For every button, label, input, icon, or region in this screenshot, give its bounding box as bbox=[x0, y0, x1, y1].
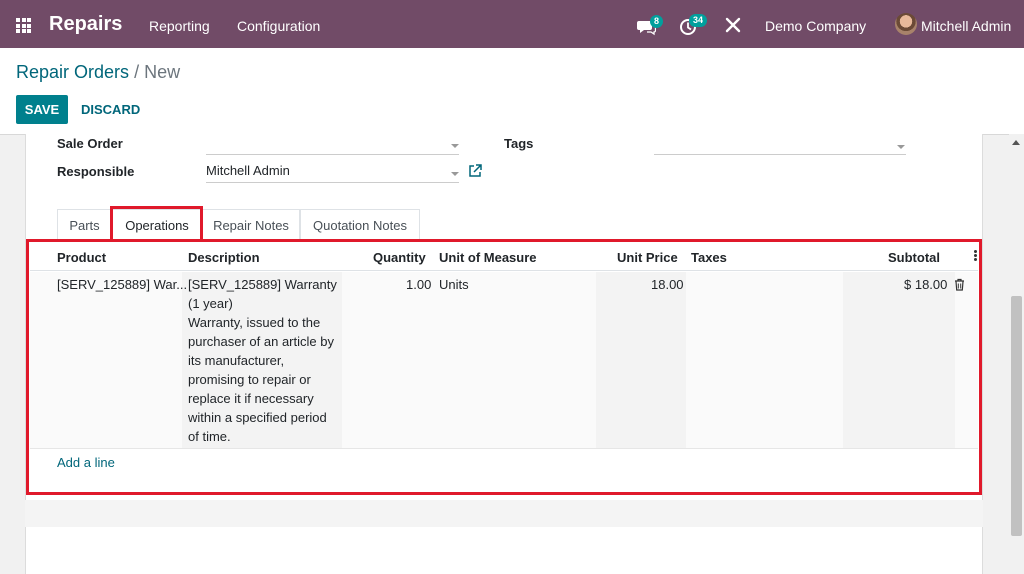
optional-columns-icon[interactable] bbox=[974, 250, 978, 263]
apps-menu-icon[interactable] bbox=[16, 18, 31, 33]
menu-reporting[interactable]: Reporting bbox=[149, 18, 210, 34]
column-header-unit-of-measure[interactable]: Unit of Measure bbox=[439, 250, 537, 265]
user-menu[interactable]: Mitchell Admin bbox=[921, 18, 1011, 34]
debug-tools-icon[interactable] bbox=[725, 17, 741, 33]
app-name[interactable]: Repairs bbox=[49, 13, 122, 36]
sheet-footer-band bbox=[25, 500, 983, 527]
column-header-taxes[interactable]: Taxes bbox=[691, 250, 727, 265]
cell-product[interactable]: [SERV_125889] War... bbox=[57, 275, 187, 294]
column-header-subtotal[interactable]: Subtotal bbox=[888, 250, 940, 265]
tab-quotation-notes[interactable]: Quotation Notes bbox=[300, 209, 420, 240]
scrollbar-thumb[interactable] bbox=[1011, 296, 1022, 536]
responsible-dropdown-icon[interactable] bbox=[451, 172, 459, 176]
description-line: of time. bbox=[188, 429, 231, 444]
activities-badge: 34 bbox=[689, 14, 708, 27]
top-navbar: Repairs Reporting Configuration 8 34 Dem… bbox=[0, 0, 1024, 48]
menu-configuration[interactable]: Configuration bbox=[237, 18, 320, 34]
description-line: (1 year) bbox=[188, 296, 233, 311]
table-header-divider bbox=[30, 270, 978, 271]
sale-order-input[interactable] bbox=[206, 133, 459, 155]
breadcrumb-separator: / bbox=[134, 62, 140, 82]
cell-subtotal: $ 18.00 bbox=[904, 277, 948, 292]
cell-description[interactable]: [SERV_125889] Warranty (1 year) Warranty… bbox=[188, 275, 343, 446]
tabs-baseline bbox=[57, 240, 977, 241]
tags-label: Tags bbox=[504, 136, 534, 151]
save-button[interactable]: SAVE bbox=[16, 95, 68, 124]
column-header-unit-price[interactable]: Unit Price bbox=[617, 250, 678, 265]
subtotal-cell-shade bbox=[843, 272, 955, 448]
scroll-up-arrow-icon[interactable] bbox=[1012, 140, 1020, 145]
tab-parts[interactable]: Parts bbox=[57, 209, 112, 240]
cell-unit-of-measure[interactable]: Units bbox=[439, 275, 469, 294]
description-line: [SERV_125889] Warranty bbox=[188, 277, 337, 292]
unit-price-cell-shade bbox=[596, 272, 686, 448]
sale-order-dropdown-icon[interactable] bbox=[451, 144, 459, 148]
tags-input[interactable] bbox=[654, 133, 906, 155]
description-line: its manufacturer, bbox=[188, 353, 285, 368]
description-line: replace it if necessary bbox=[188, 391, 314, 406]
breadcrumb: Repair Orders / New bbox=[16, 62, 180, 83]
column-header-quantity[interactable]: Quantity bbox=[373, 250, 426, 265]
company-switcher[interactable]: Demo Company bbox=[765, 18, 866, 34]
sale-order-label: Sale Order bbox=[57, 136, 123, 151]
table-row[interactable] bbox=[30, 272, 978, 448]
cell-unit-price[interactable]: 18.00 bbox=[651, 275, 684, 294]
description-line: purchaser of an article by bbox=[188, 334, 334, 349]
breadcrumb-repair-orders[interactable]: Repair Orders bbox=[16, 62, 129, 82]
cell-quantity[interactable]: 1.00 bbox=[406, 275, 431, 294]
description-line: within a specified period bbox=[188, 410, 327, 425]
breadcrumb-current: New bbox=[144, 62, 181, 82]
column-header-product[interactable]: Product bbox=[57, 250, 106, 265]
user-avatar[interactable] bbox=[895, 13, 917, 35]
description-line: Warranty, issued to the bbox=[188, 315, 321, 330]
column-header-description[interactable]: Description bbox=[188, 250, 260, 265]
add-line-link[interactable]: Add a line bbox=[57, 455, 115, 470]
tab-repair-notes[interactable]: Repair Notes bbox=[202, 209, 300, 240]
responsible-label: Responsible bbox=[57, 164, 135, 179]
description-line: promising to repair or bbox=[188, 372, 311, 387]
trash-icon[interactable] bbox=[954, 278, 965, 291]
tab-operations[interactable]: Operations bbox=[112, 209, 202, 240]
discard-button[interactable]: DISCARD bbox=[81, 102, 140, 117]
responsible-input[interactable]: Mitchell Admin bbox=[206, 161, 459, 183]
row-divider bbox=[30, 448, 978, 449]
external-link-icon[interactable] bbox=[468, 164, 482, 178]
messages-badge: 8 bbox=[650, 15, 664, 28]
tags-dropdown-icon[interactable] bbox=[897, 145, 905, 149]
